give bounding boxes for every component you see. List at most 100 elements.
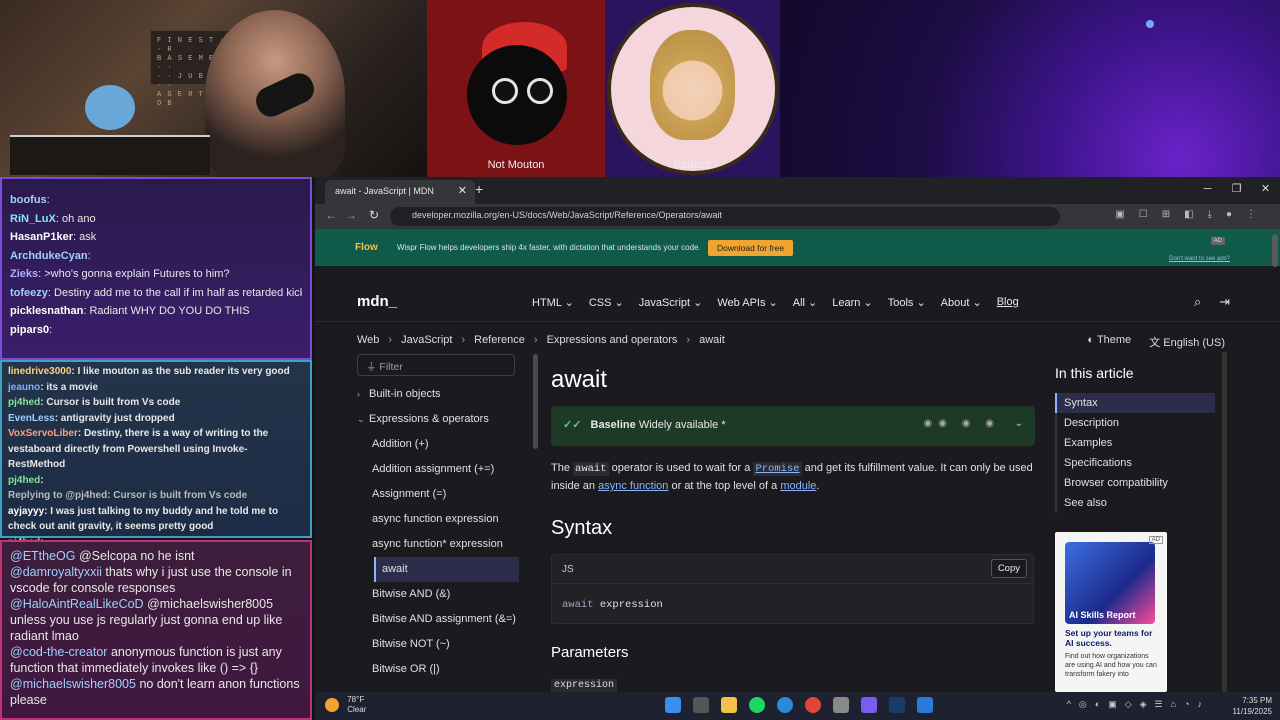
theme-button[interactable]: ◐ Theme <box>1087 334 1131 350</box>
breadcrumb-item[interactable]: await <box>699 334 725 346</box>
edge-icon[interactable] <box>777 697 793 713</box>
baseline-banner[interactable]: ✓✓ Baseline Widely available * ◉◉ ◉ ◉ ⌄ <box>551 406 1035 446</box>
toc-item[interactable]: Description <box>1055 413 1215 433</box>
chat-username[interactable]: pj4hed <box>8 475 40 486</box>
chat-text: : I like mouton as the sub reader its ve… <box>71 366 290 377</box>
sidebar-item[interactable]: Addition assignment (+=) <box>357 457 522 482</box>
address-bar[interactable]: developer.mozilla.org/en-US/docs/Web/Jav… <box>390 207 1060 226</box>
toc-item[interactable]: Browser compatibility <box>1055 473 1215 493</box>
copy-button[interactable]: Copy <box>990 559 1027 578</box>
sidebar-scrollbar[interactable] <box>533 354 538 449</box>
toc-item[interactable]: See also <box>1055 493 1215 513</box>
chat-username[interactable]: pj4hed <box>8 397 40 408</box>
menu-item-all[interactable]: All ⌄ <box>793 296 818 309</box>
extension-icons[interactable]: ▣☐⊞◧⤓●⋮ <box>1115 209 1270 220</box>
side-ad[interactable]: AD AI Skills Report Set up your teams fo… <box>1055 532 1167 692</box>
minimize-icon[interactable]: ─ <box>1193 177 1222 201</box>
no-ads-link[interactable]: Don't want to see ads? <box>1169 256 1230 262</box>
search-icon[interactable]: ⌕ <box>1194 294 1201 310</box>
toc-item[interactable]: Syntax <box>1055 393 1215 413</box>
weather-widget[interactable]: 78°F Clear <box>325 695 366 715</box>
breadcrumb-item[interactable]: Web <box>357 334 379 346</box>
sidebar-item[interactable]: async function expression <box>357 507 522 532</box>
close-window-icon[interactable]: ✕ <box>1251 177 1280 201</box>
chat-username[interactable]: jeauno <box>8 382 40 393</box>
sidebar-item[interactable]: › Built-in objects <box>357 382 522 407</box>
chat-username[interactable]: @damroyaltyxxii <box>10 565 102 579</box>
promise-link[interactable]: Promise <box>753 462 802 476</box>
reload-icon[interactable]: ↻ <box>369 208 379 222</box>
browser-tab[interactable]: await - JavaScript | MDN ✕ <box>325 180 475 204</box>
spotify-icon[interactable] <box>749 697 765 713</box>
system-tray[interactable]: ^◎◐▣◇◈☰⌂◔♪ <box>1067 699 1210 710</box>
chat-username[interactable]: Zieks <box>10 268 38 280</box>
sidebar-item[interactable]: Bitwise OR (|) <box>357 657 522 682</box>
chat-username[interactable]: linedrive3000 <box>8 366 71 377</box>
chat-username[interactable]: RiN_LuX <box>10 213 56 225</box>
menu-item-about[interactable]: About ⌄ <box>941 296 982 309</box>
menu-item-blog[interactable]: Blog <box>997 296 1019 309</box>
app-icon[interactable] <box>833 697 849 713</box>
sidebar-item[interactable]: Bitwise NOT (~) <box>357 632 522 657</box>
async-function-link[interactable]: async function <box>598 480 668 492</box>
toc-scrollbar[interactable] <box>1222 352 1227 692</box>
chat-username[interactable]: @ETtheOG <box>10 549 76 563</box>
sidebar-item[interactable]: async function* expression <box>357 532 522 557</box>
language-button[interactable]: 文 English (US) <box>1149 334 1225 350</box>
chevron-down-icon[interactable]: ⌄ <box>1015 418 1023 429</box>
breadcrumb-item[interactable]: Reference <box>474 334 525 346</box>
breadcrumb-item[interactable]: JavaScript <box>401 334 452 346</box>
chat-username[interactable]: picklesnathan <box>10 305 83 317</box>
forward-icon[interactable]: → <box>345 208 357 222</box>
page-scrollbar[interactable] <box>1272 234 1278 267</box>
chat-username[interactable]: tofeezy <box>10 287 48 299</box>
chat-username[interactable]: EvenLess <box>8 413 55 424</box>
toc-item[interactable]: Examples <box>1055 433 1215 453</box>
vscode-icon[interactable] <box>917 697 933 713</box>
menu-item-html[interactable]: HTML ⌄ <box>532 296 574 309</box>
chat-username[interactable]: ArchdukeCyan <box>10 250 88 262</box>
sidebar-item[interactable]: await <box>374 557 519 582</box>
menu-item-css[interactable]: CSS ⌄ <box>589 296 624 309</box>
sidebar-item[interactable]: ⌄ Expressions & operators <box>357 407 522 432</box>
breadcrumb-item[interactable]: Expressions and operators <box>547 334 678 346</box>
sidebar-item[interactable]: Bitwise AND (&) <box>357 582 522 607</box>
ad-download-button[interactable]: Download for free <box>708 240 794 256</box>
radiant-avatar-panel: Radiant <box>605 0 780 177</box>
close-tab-icon[interactable]: ✕ <box>458 184 467 197</box>
sidebar-item[interactable]: Addition (+) <box>357 432 522 457</box>
chat-text: : Destiny add me to the call if im half … <box>47 286 302 299</box>
chrome-icon[interactable] <box>805 697 821 713</box>
menu-item-learn[interactable]: Learn ⌄ <box>832 296 872 309</box>
menu-item-javascript[interactable]: JavaScript ⌄ <box>639 296 703 309</box>
chat-username[interactable]: pipars0 <box>10 324 49 336</box>
filter-input[interactable]: ⏚ Filter <box>357 354 515 376</box>
back-icon[interactable]: ← <box>325 208 337 222</box>
sidebar-item[interactable]: Bitwise AND assignment (&=) <box>357 607 522 632</box>
mdn-logo[interactable]: mdn_ <box>357 293 397 310</box>
file-explorer-icon[interactable] <box>721 697 737 713</box>
login-icon[interactable]: ⇥ <box>1219 294 1230 310</box>
chat-username[interactable]: @HaloAintRealLikeCoD <box>10 597 144 611</box>
task-view-icon[interactable] <box>693 697 709 713</box>
app-icon[interactable] <box>861 697 877 713</box>
module-link[interactable]: module <box>780 480 816 492</box>
chevron-down-icon: ⌄ <box>805 297 818 309</box>
clock[interactable]: 7:35 PM 11/19/2025 <box>1233 695 1272 717</box>
chat-username[interactable]: @michaelswisher8005 <box>10 677 136 691</box>
start-icon[interactable] <box>665 697 681 713</box>
breadcrumb-separator: › <box>388 334 393 346</box>
menu-item-tools[interactable]: Tools ⌄ <box>888 296 926 309</box>
sidebar-item[interactable]: Assignment (=) <box>357 482 522 507</box>
chat-username[interactable]: ayjayyy <box>8 506 44 517</box>
chat-username[interactable]: @cod-the-creator <box>10 645 107 659</box>
chat-username[interactable]: HasanP1ker <box>10 231 73 243</box>
steam-icon[interactable] <box>889 697 905 713</box>
maximize-icon[interactable]: ❐ <box>1222 177 1251 201</box>
chat-username[interactable]: VoxServoLiber <box>8 428 78 439</box>
toc-item[interactable]: Specifications <box>1055 453 1215 473</box>
chat-username[interactable]: boofus <box>10 194 47 206</box>
new-tab-icon[interactable]: + <box>475 181 483 197</box>
menu-item-web-apis[interactable]: Web APIs ⌄ <box>717 296 777 309</box>
clock-time: 7:35 PM <box>1242 696 1272 705</box>
